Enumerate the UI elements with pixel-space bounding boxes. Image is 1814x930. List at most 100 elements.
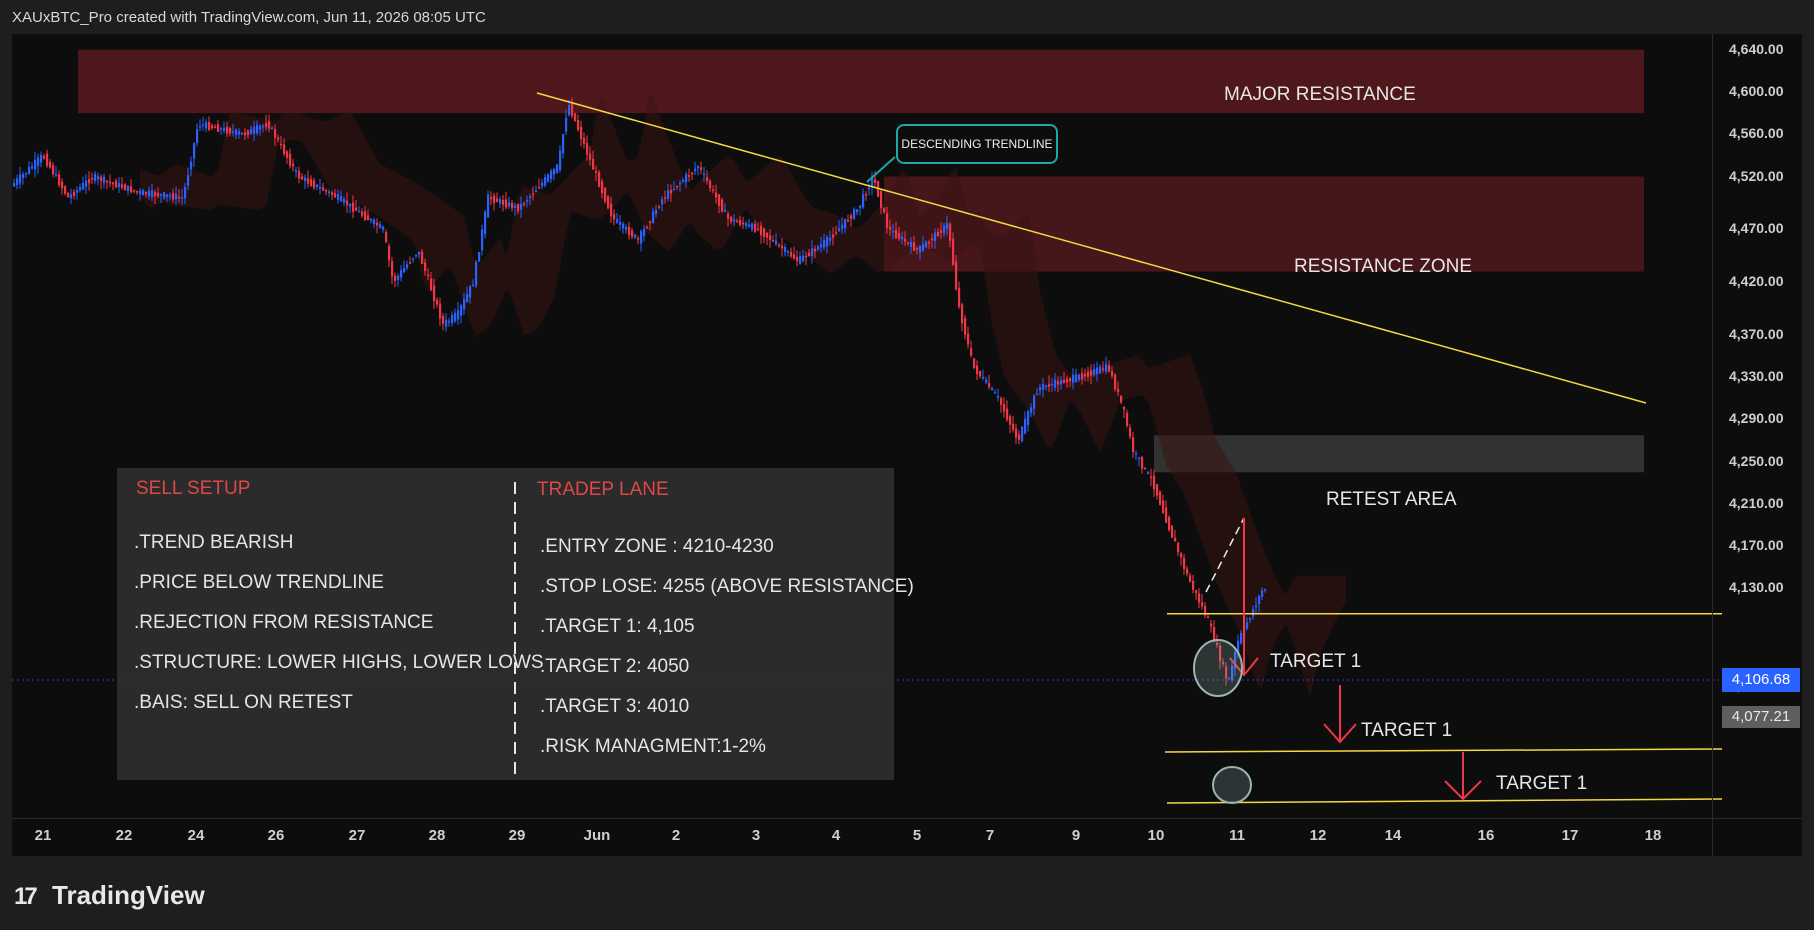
candle-body xyxy=(793,254,796,259)
candle-body xyxy=(496,198,499,203)
candle-body xyxy=(619,221,622,225)
candle-body xyxy=(727,213,730,219)
candle-body xyxy=(547,174,550,182)
candle-body xyxy=(460,305,463,316)
time-axis-label: Jun xyxy=(583,827,611,844)
candle-body xyxy=(142,190,145,196)
candle-body xyxy=(1150,476,1153,479)
candle-body xyxy=(247,130,250,136)
candle-body xyxy=(1042,384,1045,390)
candle-body xyxy=(439,303,442,319)
candle-body xyxy=(589,153,592,160)
candle-body xyxy=(1249,618,1252,620)
candle-body xyxy=(748,224,751,227)
candle-body xyxy=(178,196,181,199)
candle-body xyxy=(358,211,361,213)
time-axis-label: 28 xyxy=(428,827,446,844)
candle-body xyxy=(1174,537,1177,542)
candle-body xyxy=(574,113,577,121)
candle-body xyxy=(742,222,745,225)
candle-body xyxy=(937,231,940,237)
candle-body xyxy=(1258,595,1261,605)
candle-body xyxy=(628,226,631,236)
candle-body xyxy=(1138,457,1141,460)
candle-body xyxy=(181,197,184,199)
candle-body xyxy=(37,157,40,166)
candle-body xyxy=(775,240,778,245)
candle-body xyxy=(412,258,415,260)
candle-body xyxy=(190,161,193,170)
candle-body xyxy=(307,178,310,184)
candle-body xyxy=(1207,616,1210,619)
candle-body xyxy=(292,163,295,167)
candle-body xyxy=(688,175,691,177)
resistance-zone-label: RESISTANCE ZONE xyxy=(1294,256,1473,277)
candle-body xyxy=(1261,590,1264,597)
candle-body xyxy=(100,176,103,182)
price-axis-label: 4,640.00 xyxy=(1729,40,1784,57)
descending-trendline-callout[interactable]: DESCENDING TRENDLINE xyxy=(896,124,1058,164)
candle-body xyxy=(31,166,34,169)
candle-body xyxy=(382,226,385,230)
candle-body xyxy=(682,180,685,182)
candle-body xyxy=(331,192,334,195)
candle-body xyxy=(949,223,952,241)
candle-body xyxy=(238,131,241,135)
candle-body xyxy=(883,207,886,213)
trade-setup-panel: SELL SETUP .TREND BEARISH .PRICE BELOW T… xyxy=(117,468,914,780)
candle-body xyxy=(562,134,565,154)
candle-body xyxy=(1180,553,1183,558)
candle-body xyxy=(475,261,478,286)
candle-body xyxy=(13,183,16,187)
candle-body xyxy=(1102,368,1105,371)
candle-body xyxy=(826,237,829,247)
candle-body xyxy=(709,180,712,188)
candle-body xyxy=(1171,525,1174,538)
candle-body xyxy=(934,232,937,242)
candle-body xyxy=(1024,418,1027,434)
candle-body xyxy=(928,242,931,244)
sell-setup-title: SELL SETUP xyxy=(136,478,251,499)
candle-body xyxy=(373,219,376,225)
candle-body xyxy=(346,200,349,206)
candle-body xyxy=(160,194,163,196)
candle-body xyxy=(433,285,436,302)
candle-body xyxy=(1075,374,1078,382)
candle-body xyxy=(235,129,238,135)
candle-body xyxy=(340,196,343,202)
tradingview-logo[interactable]: 17 TradingView xyxy=(14,880,205,911)
candle-body xyxy=(289,153,292,166)
candle-body xyxy=(583,137,586,144)
candle-body xyxy=(199,126,202,128)
candle-body xyxy=(955,261,958,290)
highlight-circle xyxy=(1193,639,1243,697)
candle-body xyxy=(1030,407,1033,413)
candle-body xyxy=(136,191,139,193)
candle-body xyxy=(484,211,487,235)
candle-body xyxy=(232,131,235,133)
time-axis-label: 14 xyxy=(1384,827,1402,844)
candle-body xyxy=(1165,507,1168,523)
candle-body xyxy=(472,284,475,287)
candle-body xyxy=(862,194,865,208)
target-label-3: TARGET 1 xyxy=(1496,773,1588,794)
candle-body xyxy=(760,225,763,236)
price-axis-label: 4,210.00 xyxy=(1729,494,1784,511)
candle-body xyxy=(1240,632,1243,644)
candle-body xyxy=(556,164,559,173)
candle-body xyxy=(313,180,316,188)
candle-body xyxy=(214,126,217,129)
candle-body xyxy=(1000,398,1003,405)
candle-body xyxy=(445,319,448,327)
candle-body xyxy=(697,166,700,169)
candle-body xyxy=(538,187,541,189)
candle-body xyxy=(1036,393,1039,396)
candle-body xyxy=(85,180,88,187)
candle-body xyxy=(865,194,868,196)
candle-body xyxy=(973,358,976,368)
candle-body xyxy=(559,150,562,170)
candle-body xyxy=(703,173,706,176)
candle-body xyxy=(811,248,814,257)
candle-body xyxy=(67,192,70,198)
candle-body xyxy=(1192,580,1195,590)
